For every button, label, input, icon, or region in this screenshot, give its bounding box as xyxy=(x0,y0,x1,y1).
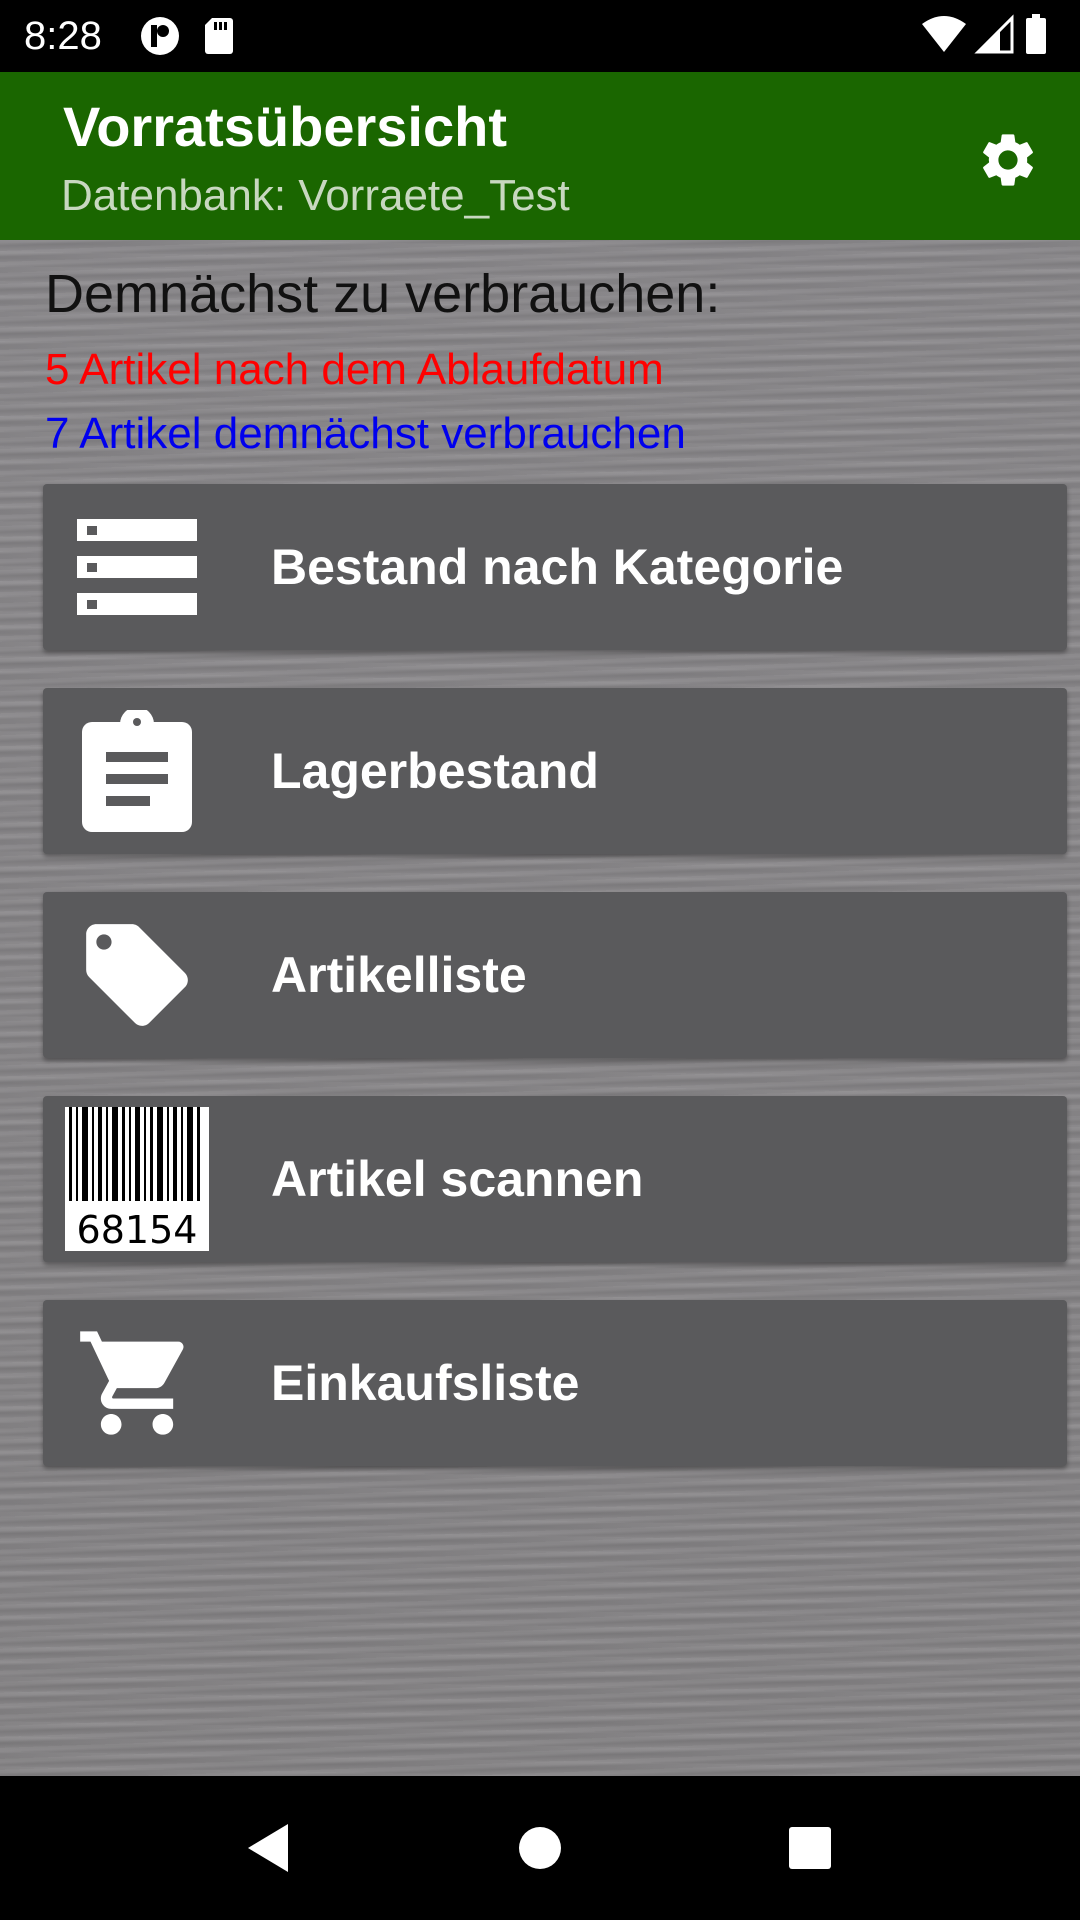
main-content: Demnächst zu verbrauchen: 5 Artikel nach… xyxy=(0,240,1080,1776)
recents-button[interactable] xyxy=(774,1812,846,1884)
settings-button[interactable] xyxy=(968,120,1048,200)
inventory-button[interactable]: Lagerbestand xyxy=(43,688,1067,854)
menu-label: Einkaufsliste xyxy=(271,1355,580,1411)
article-list-button[interactable]: Artikelliste xyxy=(43,892,1067,1058)
navigation-bar xyxy=(0,1776,1080,1920)
stock-by-category-button[interactable]: Bestand nach Kategorie xyxy=(43,484,1067,650)
cell-signal-icon xyxy=(974,14,1014,54)
home-icon xyxy=(519,1827,561,1869)
scan-article-button[interactable]: 68154 Artikel scannen xyxy=(43,1096,1067,1262)
menu-label: Artikelliste xyxy=(271,947,527,1003)
shopping-list-button[interactable]: Einkaufsliste xyxy=(43,1300,1067,1466)
menu-label: Bestand nach Kategorie xyxy=(271,539,844,595)
clipboard-icon xyxy=(65,699,209,843)
menu-label: Artikel scannen xyxy=(271,1151,644,1207)
expiry-heading: Demnächst zu verbrauchen: xyxy=(45,264,721,324)
database-subtitle: Datenbank: Vorraete_Test xyxy=(61,171,570,220)
soon-items-text: 7 Artikel demnächst verbrauchen xyxy=(45,409,686,458)
wifi-icon xyxy=(922,16,966,52)
status-left-icons xyxy=(138,14,268,63)
barcode-number: 68154 xyxy=(77,1208,198,1251)
app-notification-icon xyxy=(141,17,179,55)
back-icon xyxy=(248,1824,288,1872)
gear-icon xyxy=(983,134,1033,186)
battery-icon xyxy=(1026,14,1046,54)
home-button[interactable] xyxy=(504,1812,576,1884)
sd-card-icon xyxy=(205,18,233,54)
barcode-icon: 68154 xyxy=(65,1107,209,1251)
list-icon xyxy=(65,495,209,639)
back-button[interactable] xyxy=(232,1812,304,1884)
recents-icon xyxy=(789,1827,831,1869)
app-bar: Vorratsübersicht Datenbank: Vorraete_Tes… xyxy=(0,72,1080,240)
shopping-cart-icon xyxy=(65,1311,209,1455)
tag-icon xyxy=(65,903,209,1047)
menu-label: Lagerbestand xyxy=(271,743,599,799)
status-right-icons xyxy=(920,14,1060,63)
status-bar: 8:28 xyxy=(0,0,1080,72)
app-title: Vorratsübersicht xyxy=(63,95,507,158)
status-time: 8:28 xyxy=(24,14,102,58)
expired-items-text: 5 Artikel nach dem Ablaufdatum xyxy=(45,345,664,394)
